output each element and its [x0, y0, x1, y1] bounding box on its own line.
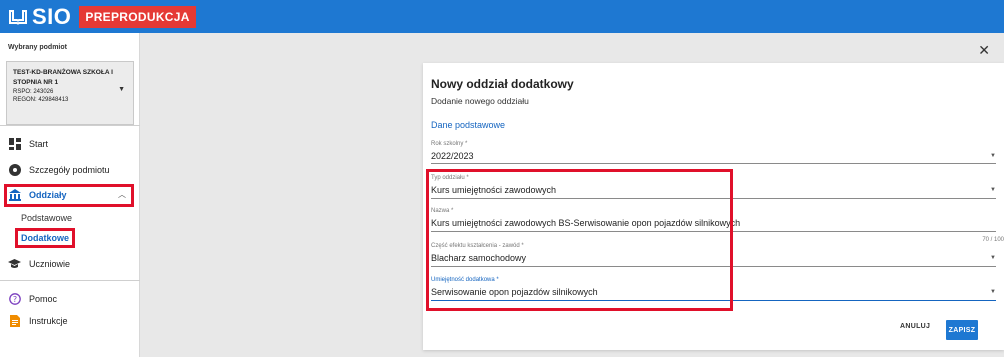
help-icon: ? [8, 293, 21, 306]
top-bar: SIO PREPRODUKCJA [0, 0, 1004, 33]
svg-text:?: ? [12, 295, 16, 304]
highlight-frame [426, 169, 733, 311]
sidebar-item-label: Pomoc [29, 294, 58, 304]
highlight-frame [4, 184, 134, 207]
entity-name: TEST-KD-BRANŻOWA SZKOŁA I STOPNIA NR 1 [13, 69, 113, 86]
selected-entity-label: Wybrany podmiot [8, 44, 67, 51]
entity-rspo: RSPO: 243026 [13, 89, 54, 95]
sidebar-item-start[interactable]: Start [8, 136, 48, 152]
dropdown-arrow-icon: ▼ [990, 255, 996, 261]
dropdown-arrow-icon: ▼ [990, 153, 996, 159]
sidebar: Wybrany podmiot TEST-KD-BRANŻOWA SZKOŁA … [0, 33, 140, 357]
sidebar-divider [0, 280, 140, 281]
sidebar-item-label: Uczniowie [29, 259, 71, 269]
app-logo[interactable]: SIO [8, 4, 71, 30]
field-label: Rok szkolny * [431, 141, 468, 147]
dropdown-arrow-icon: ▼ [990, 187, 996, 193]
section-tab-basic[interactable]: Dane podstawowe [431, 120, 505, 130]
field-value: 2022/2023 [431, 151, 474, 161]
dashboard-icon [8, 138, 21, 151]
document-icon [8, 315, 21, 328]
sidebar-divider [0, 125, 140, 126]
environment-badge: PREPRODUKCJA [79, 5, 196, 28]
field-underline [431, 163, 996, 164]
close-icon[interactable]: ✕ [978, 42, 990, 59]
save-button[interactable]: ZAPISZ [946, 320, 978, 340]
dialog-subtitle: Dodanie nowego oddziału [431, 96, 529, 106]
sidebar-subitem-podstawowe[interactable]: Podstawowe [21, 213, 72, 223]
entity-regon: REGON: 429848413 [13, 97, 69, 103]
school-year-select[interactable]: Rok szkolny * 2022/2023 ▼ [431, 141, 996, 164]
book-logo-icon [9, 9, 27, 24]
sidebar-item-label: Szczegóły podmiotu [29, 165, 110, 175]
cancel-button[interactable]: ANULUJ [900, 323, 930, 330]
sidebar-item-label: Start [29, 139, 49, 149]
logo-text: SIO [32, 3, 72, 29]
new-class-dialog: Nowy oddział dodatkowy Dodanie nowego od… [423, 63, 1004, 350]
details-icon [8, 164, 21, 177]
dropdown-arrow-icon: ▼ [990, 289, 996, 295]
entity-selector[interactable]: TEST-KD-BRANŻOWA SZKOŁA I STOPNIA NR 1 R… [6, 61, 134, 125]
sidebar-item-uczniowie[interactable]: Uczniowie [8, 256, 70, 272]
sidebar-item-pomoc[interactable]: ? Pomoc [8, 291, 57, 307]
sidebar-item-label: Instrukcje [29, 316, 68, 326]
sidebar-item-instrukcje[interactable]: Instrukcje [8, 313, 68, 329]
highlight-frame [15, 228, 75, 248]
sidebar-item-szczegoly[interactable]: Szczegóły podmiotu [8, 162, 110, 178]
graduation-cap-icon [8, 258, 21, 271]
dialog-title: Nowy oddział dodatkowy [431, 77, 574, 91]
caret-down-icon: ▼ [118, 86, 125, 93]
